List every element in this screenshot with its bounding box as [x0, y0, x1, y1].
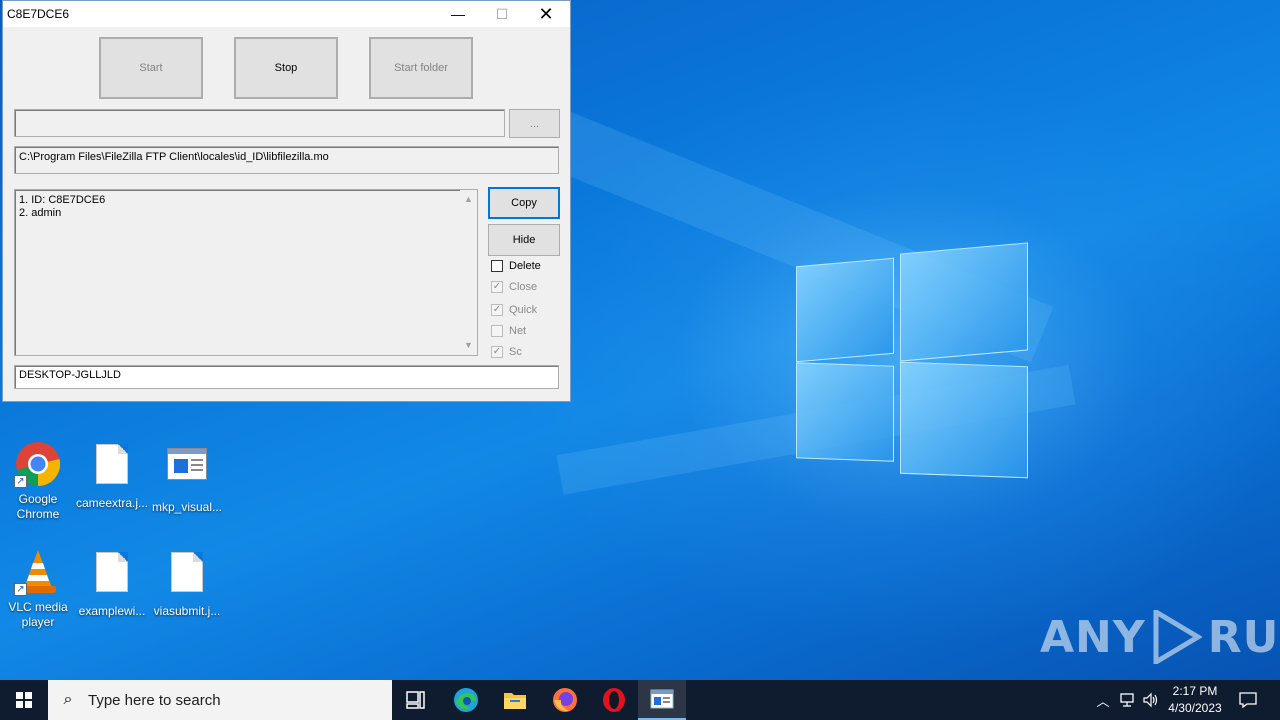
edge-icon [454, 688, 478, 712]
watermark-text-run: RUN [1207, 611, 1280, 663]
checkbox-label: Close [509, 281, 538, 293]
search-placeholder: Type here to search [88, 691, 221, 709]
desktop-icon-chrome[interactable]: ↗ Google Chrome [0, 440, 76, 522]
clock-time: 2:17 PM [1172, 684, 1218, 698]
scroll-up-icon[interactable]: ▲ [460, 193, 477, 206]
shortcut-arrow-icon: ↗ [14, 475, 27, 488]
maximize-button[interactable]: ☐ [479, 1, 525, 27]
desktop-icon-viasubmit[interactable]: viasubmit.j... [149, 548, 225, 619]
chrome-icon: ↗ [14, 440, 62, 488]
network-icon [1120, 693, 1134, 707]
copy-button[interactable]: Copy [488, 187, 560, 219]
file-icon [163, 552, 211, 600]
chevron-up-icon: ︿ [1096, 693, 1110, 709]
stop-button[interactable]: Stop [234, 37, 338, 99]
play-logo-icon [1153, 610, 1202, 664]
app-window-icon [650, 689, 674, 709]
firefox-icon [553, 688, 577, 712]
window-title: C8E7DCE6 [7, 7, 70, 21]
delete-checkbox[interactable]: Delete [491, 260, 541, 272]
path-input[interactable] [14, 109, 505, 137]
desktop-icon-label: Google Chrome [16, 492, 60, 521]
computer-name-field[interactable]: DESKTOP-JGLLJLD [14, 365, 559, 389]
close-button[interactable]: ✕ [523, 1, 569, 27]
windows-logo-wallpaper [796, 242, 1030, 480]
taskbar-edge[interactable] [442, 680, 490, 720]
log-line: 2. admin [19, 207, 62, 219]
quick-checkbox[interactable]: ✓ Quick [491, 304, 537, 316]
desktop-icon-vlc[interactable]: ↗ VLC media player [0, 548, 76, 630]
start-button[interactable]: Start [99, 37, 203, 99]
desktop-icon-mkp-visual[interactable]: mkp_visual... [149, 440, 225, 515]
sc-checkbox[interactable]: ✓ Sc [491, 346, 522, 358]
app-window-icon [163, 448, 211, 496]
volume-icon [1143, 692, 1158, 708]
browse-button[interactable]: ... [509, 109, 560, 138]
log-listbox[interactable]: 1. ID: C8E7DCE6 2. admin ▲ ▼ [14, 189, 478, 356]
taskbar-search-box[interactable]: ⌕ Type here to search [48, 680, 392, 720]
check-icon: ✓ [491, 346, 503, 358]
taskbar-running-app[interactable] [638, 680, 686, 720]
desktop-icon-cameextra[interactable]: cameextra.j... [74, 440, 150, 511]
desktop-icon-label: cameextra.j... [75, 496, 149, 510]
app-window: C8E7DCE6 — ☐ ✕ Start Stop Start folder .… [2, 0, 571, 402]
taskbar-opera[interactable] [590, 680, 638, 720]
watermark-text-any: ANY [1040, 611, 1146, 663]
vlc-icon: ↗ [14, 548, 62, 596]
file-icon [88, 552, 136, 600]
checkbox-label: Sc [509, 346, 522, 358]
check-icon: ✓ [491, 281, 503, 293]
task-view-icon [406, 691, 425, 709]
desktop-icon-label: examplewi... [78, 604, 146, 618]
checkbox-label: Net [509, 325, 527, 337]
hide-button[interactable]: Hide [488, 224, 560, 256]
vertical-scrollbar[interactable]: ▲ ▼ [460, 190, 477, 355]
start-button[interactable] [0, 680, 48, 720]
desktop-icon-label: mkp_visual... [151, 500, 223, 514]
current-file-field: C:\Program Files\FileZilla FTP Client\lo… [14, 146, 559, 174]
desktop-icon-examplewi[interactable]: examplewi... [74, 548, 150, 619]
taskbar-firefox[interactable] [541, 680, 589, 720]
start-folder-button[interactable]: Start folder [369, 37, 473, 99]
volume-button[interactable] [1140, 680, 1162, 720]
close-checkbox[interactable]: ✓ Close [491, 281, 537, 293]
taskbar: ⌕ Type here to search ︿ 2:17 PM 4/30/202… [0, 680, 1280, 720]
scroll-down-icon[interactable]: ▼ [460, 339, 477, 352]
title-bar[interactable]: C8E7DCE6 — ☐ ✕ [3, 1, 570, 27]
checkbox-label: Delete [509, 260, 541, 272]
clock-date: 4/30/2023 [1168, 701, 1222, 715]
taskbar-file-explorer[interactable] [491, 680, 539, 720]
notification-icon [1239, 692, 1257, 708]
task-view-button[interactable] [392, 680, 440, 720]
checkbox-label: Quick [509, 304, 538, 316]
show-hidden-icons-button[interactable]: ︿ [1092, 680, 1114, 720]
anyrun-watermark: ANY RUN [1040, 610, 1280, 664]
taskbar-clock[interactable]: 2:17 PM 4/30/2023 [1164, 683, 1226, 717]
minimize-button[interactable]: — [435, 1, 481, 27]
desktop-icon-label: viasubmit.j... [153, 604, 221, 618]
net-checkbox[interactable]: Net [491, 325, 526, 337]
opera-icon [603, 688, 625, 712]
file-explorer-icon [504, 693, 526, 709]
check-icon: ✓ [491, 304, 503, 316]
file-icon [88, 444, 136, 492]
checkbox-box [491, 260, 503, 272]
windows-start-icon [16, 692, 32, 708]
search-icon: ⌕ [63, 691, 73, 708]
network-button[interactable] [1116, 680, 1138, 720]
notifications-button[interactable] [1234, 680, 1262, 720]
log-line: 1. ID: C8E7DCE6 [19, 194, 106, 206]
desktop-icon-label: VLC media player [8, 600, 68, 629]
shortcut-arrow-icon: ↗ [14, 583, 27, 596]
checkbox-box [491, 325, 503, 337]
